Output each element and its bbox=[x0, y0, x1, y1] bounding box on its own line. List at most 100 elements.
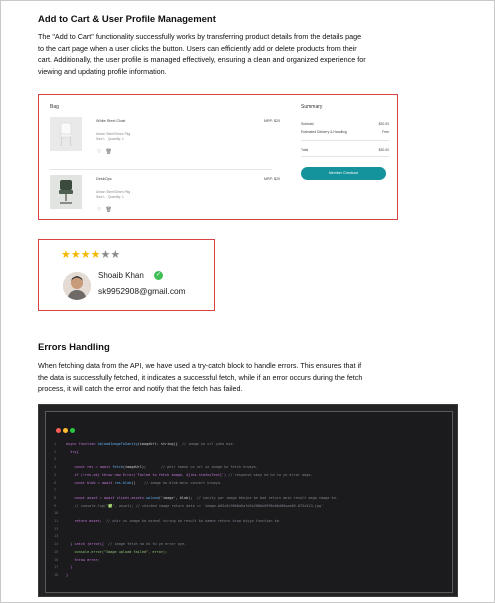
product-name[interactable]: DeskOps bbox=[96, 177, 112, 181]
product-image bbox=[50, 175, 82, 209]
summary-delivery: Estimated Delivery & Handling Free bbox=[301, 130, 391, 134]
delivery-value: Free bbox=[382, 130, 389, 134]
code-line: 3 bbox=[54, 456, 338, 464]
star-filled-icon[interactable]: ★ bbox=[61, 249, 71, 261]
summary-subtotal: Subtotal $20.00 bbox=[301, 122, 391, 126]
code-token: (imageUrl: string){ bbox=[137, 442, 182, 446]
trash-icon[interactable]: 🗑 bbox=[105, 207, 115, 213]
maximize-dot-icon bbox=[70, 428, 75, 433]
item-actions: ♡🗑 bbox=[97, 149, 116, 155]
code-line: 11 return asset; // phir us image ka nor… bbox=[54, 518, 338, 526]
code-token: // response okay ka ho to ye error aega. bbox=[228, 472, 313, 477]
code-token: const res = await bbox=[66, 465, 113, 470]
summary-title: Summary bbox=[301, 104, 323, 110]
line-number: 16 bbox=[54, 557, 59, 562]
product-meta: Almon Steel/Omen Pkg Size L Quantity: 1 bbox=[96, 132, 130, 141]
code-token: const blob = await bbox=[66, 480, 115, 485]
product-price: MRP: $20 bbox=[264, 119, 280, 123]
star-empty-icon[interactable]: ★ bbox=[110, 249, 120, 261]
code-token: res.blob bbox=[114, 480, 132, 485]
code-line: 16 throw error; bbox=[54, 557, 338, 565]
code-token: throw error; bbox=[66, 557, 100, 562]
code-line: 9 // console.log("✅", asset); // checked… bbox=[54, 503, 338, 511]
product-quantity[interactable]: Quantity: 1 bbox=[108, 195, 124, 199]
line-number: 7 bbox=[54, 488, 57, 493]
rating-stars: ★★★★★★ bbox=[61, 248, 120, 261]
line-number: 13 bbox=[54, 534, 59, 539]
star-filled-icon[interactable]: ★ bbox=[71, 249, 81, 261]
star-filled-icon[interactable]: ★ bbox=[91, 249, 101, 261]
line-number: 10 bbox=[54, 511, 59, 516]
verified-icon: ✓ bbox=[154, 271, 163, 280]
item-actions: ♡🗑 bbox=[97, 207, 116, 213]
paragraph-line: process, it will catch the error and not… bbox=[38, 384, 243, 394]
line-number: 14 bbox=[54, 542, 59, 547]
subtotal-label: Subtotal bbox=[301, 122, 314, 126]
minimize-dot-icon bbox=[63, 428, 68, 433]
star-empty-icon[interactable]: ★ bbox=[101, 249, 111, 261]
code-token: } bbox=[66, 572, 69, 577]
line-number: 5 bbox=[54, 472, 57, 477]
product-meta: Almon Steel/Omen Pkg Size L Quantity: 1 bbox=[96, 190, 130, 199]
code-line: 4 const res = await fetch(imageUrl); // … bbox=[54, 464, 338, 472]
line-number: 15 bbox=[54, 549, 59, 554]
code-token: ('image', blob); bbox=[158, 495, 197, 500]
code-token: // image fetch na ho to ye error aye. bbox=[108, 542, 187, 547]
line-number: 12 bbox=[54, 526, 59, 531]
code-line: 10 bbox=[54, 510, 338, 518]
code-line: 14 } catch (error){ // image fetch na ho… bbox=[54, 541, 338, 549]
product-image bbox=[50, 117, 82, 151]
section-heading-errors: Errors Handling bbox=[38, 342, 110, 353]
product-size: Size L bbox=[96, 136, 106, 141]
line-number: 8 bbox=[54, 495, 57, 500]
total-value: $20.00 bbox=[378, 148, 389, 152]
code-token: } bbox=[66, 565, 73, 570]
divider bbox=[301, 140, 389, 141]
code-line: 2 try{ bbox=[54, 449, 338, 457]
member-checkout-button[interactable]: Member Checkout bbox=[301, 167, 386, 180]
line-number: 2 bbox=[54, 449, 57, 454]
code-line: 5 if (!res.ok) throw new Error(`Failed t… bbox=[54, 472, 338, 480]
bag-title: Bag bbox=[50, 104, 59, 110]
avatar bbox=[63, 272, 91, 300]
code-token: (imageUrl); bbox=[122, 465, 161, 470]
paragraph-line: the data is successfully fetched, it ind… bbox=[38, 372, 363, 382]
profile-name: Shoaib Khan bbox=[98, 271, 144, 280]
code-line: 6 const blob = await res.blob() // image… bbox=[54, 480, 338, 488]
summary-total: Total $20.00 bbox=[301, 148, 391, 152]
paragraph-line: cart. Additionally, the user profile is … bbox=[38, 55, 366, 65]
star-filled-icon[interactable]: ★ bbox=[81, 249, 91, 261]
code-token: UploadImageToSanity bbox=[97, 442, 138, 446]
line-number: 18 bbox=[54, 572, 59, 577]
code-line: 18} bbox=[54, 572, 338, 580]
line-number: 6 bbox=[54, 480, 57, 485]
divider bbox=[301, 156, 389, 157]
line-number: 17 bbox=[54, 565, 59, 570]
product-name[interactable]: White Steel Chair bbox=[96, 119, 126, 123]
line-number: 3 bbox=[54, 457, 57, 462]
code-screenshot: 1 async function UploadImageToSanity(imag… bbox=[38, 404, 458, 597]
subtotal-value: $20.00 bbox=[378, 122, 389, 126]
delivery-label: Estimated Delivery & Handling bbox=[301, 130, 347, 134]
window-controls bbox=[56, 420, 77, 438]
cart-item: DeskOps MRP: $20 Almon Steel/Omen Pkg Si… bbox=[50, 175, 280, 217]
product-quantity[interactable]: Quantity: 1 bbox=[108, 137, 124, 141]
total-label: Total bbox=[301, 148, 309, 152]
code-token: const asset = await client.assets. bbox=[66, 495, 147, 500]
code-token: // checked image return data => 'image-b… bbox=[135, 503, 324, 508]
code-token: fetch bbox=[112, 465, 123, 470]
trash-icon[interactable]: 🗑 bbox=[105, 149, 115, 155]
code-token: // console.log("✅", asset); bbox=[66, 503, 136, 508]
section-paragraph-cart: The "Add to Cart" functionality successf… bbox=[38, 31, 468, 77]
paragraph-line: to the cart page when a user clicks the … bbox=[38, 43, 357, 53]
code-lines: 1 async function UploadImageToSanity(imag… bbox=[54, 441, 338, 580]
section-heading-cart: Add to Cart & User Profile Management bbox=[38, 14, 216, 25]
line-number: 1 bbox=[54, 442, 57, 446]
code-line: 1 async function UploadImageToSanity(imag… bbox=[54, 441, 338, 449]
code-line: 17 } bbox=[54, 564, 338, 572]
code-token: // phir us image ka normal string ko res… bbox=[106, 519, 281, 524]
section-paragraph-errors: When fetching data from the API, we have… bbox=[38, 360, 468, 395]
code-token: async function bbox=[66, 442, 98, 446]
cart-item: White Steel Chair MRP: $20 Almon Steel/O… bbox=[50, 117, 280, 159]
code-line: 12 bbox=[54, 526, 338, 534]
